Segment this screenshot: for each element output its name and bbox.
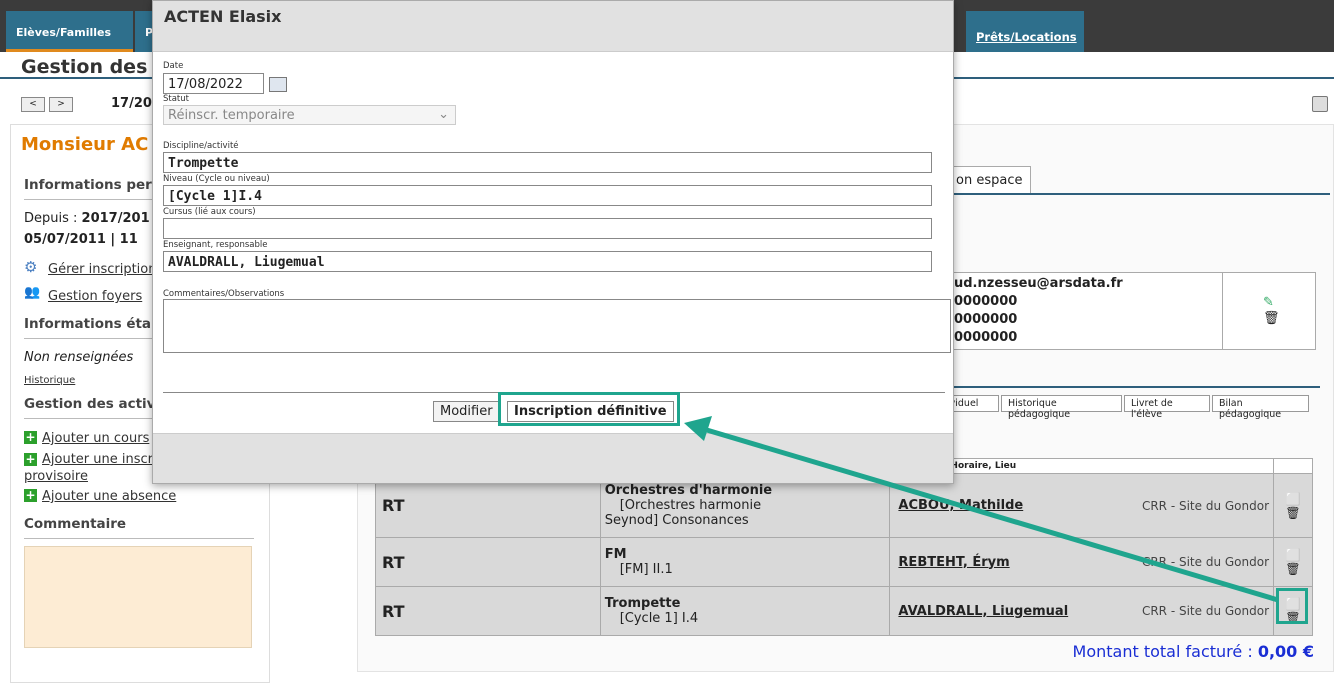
annotation-arrow — [684, 416, 1279, 603]
